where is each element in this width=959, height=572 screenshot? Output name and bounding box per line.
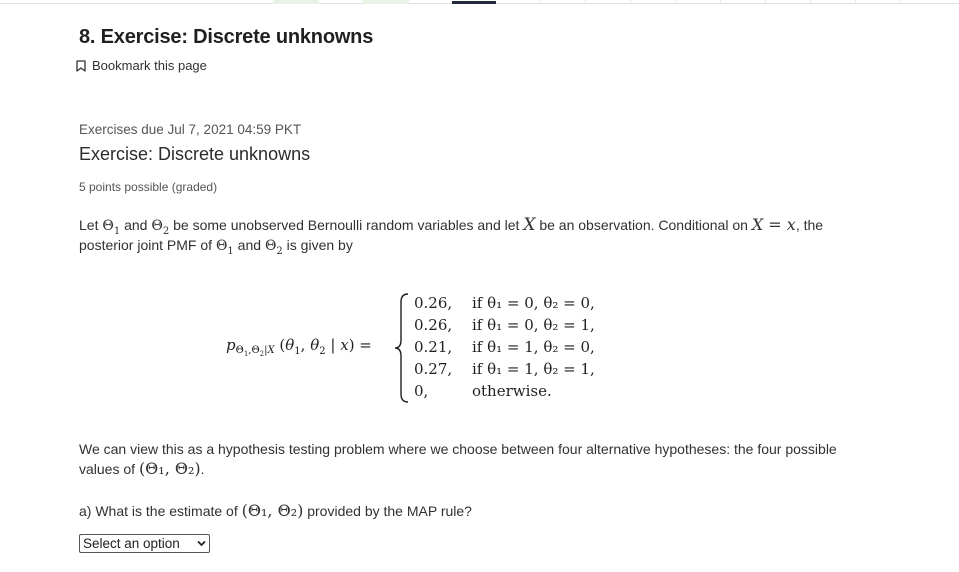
intro-line-2: posterior joint PMF of Θ1 and Θ2 is give… <box>79 235 353 262</box>
case-row: 0, otherwise. <box>414 382 552 400</box>
sequence-navigation <box>0 0 959 5</box>
chevron-down-icon <box>197 540 206 547</box>
nav-divider <box>540 0 541 4</box>
hypothesis-text: values of <box>79 461 139 477</box>
intro-text: , the <box>795 217 824 233</box>
math-theta2: Θ2 <box>151 218 170 237</box>
intro-text: Let <box>79 217 103 233</box>
hypothesis-line-2: values of (Θ₁, Θ₂). <box>79 459 205 478</box>
points-possible: 5 points possible (graded) <box>79 180 218 194</box>
nav-divider <box>810 0 811 4</box>
nav-divider <box>720 0 721 4</box>
nav-tab-visited[interactable] <box>273 0 319 4</box>
intro-text: and <box>120 217 152 233</box>
nav-divider <box>855 0 856 4</box>
equation-lhs: pΘ1,Θ2|X (θ1, θ2 | x) = <box>226 336 372 358</box>
intro-text: be some unobserved Bernoulli random vari… <box>169 217 524 233</box>
math-X-eq-x: X = x <box>751 215 796 234</box>
intro-text: and <box>233 237 265 253</box>
problem-title: Exercise: Discrete unknowns <box>79 144 311 164</box>
math-theta-pair: (Θ₁, Θ₂) <box>138 459 201 478</box>
map-estimate-select[interactable]: Select an option <box>79 534 210 553</box>
question-a: a) What is the estimate of (Θ₁, Θ₂) prov… <box>79 501 472 521</box>
math-theta1: Θ1 <box>215 238 234 257</box>
question-text: a) What is the estimate of <box>79 503 242 519</box>
case-row: 0.26, if θ₁ = 0, θ₂ = 1, <box>414 316 595 334</box>
intro-text: be an observation. Conditional on <box>535 217 752 233</box>
nav-divider <box>630 0 631 4</box>
math-theta-pair: (Θ₁, Θ₂) <box>241 501 304 520</box>
page-title: 8. Exercise: Discrete unknowns <box>79 26 374 48</box>
nav-divider <box>900 0 901 4</box>
due-date: Exercises due Jul 7, 2021 04:59 PKT <box>79 122 302 137</box>
math-theta2: Θ2 <box>264 238 283 257</box>
intro-text: is given by <box>282 237 353 253</box>
nav-divider <box>765 0 766 4</box>
left-brace <box>394 293 409 403</box>
case-row: 0.21, if θ₁ = 1, θ₂ = 0, <box>414 338 595 356</box>
math-theta1: Θ1 <box>102 218 121 237</box>
nav-divider <box>585 0 586 4</box>
intro-text: posterior joint PMF of <box>79 237 216 253</box>
select-value: Select an option <box>83 536 180 551</box>
nav-tab-active[interactable] <box>452 1 496 4</box>
posterior-pmf-equation: pΘ1,Θ2|X (θ1, θ2 | x) = 0.26, if θ₁ = 0, … <box>226 292 646 404</box>
hypothesis-line-1: We can view this as a hypothesis testing… <box>79 441 837 457</box>
bookmark-icon <box>76 59 86 72</box>
math-X: X <box>523 215 536 235</box>
case-row: 0.26, if θ₁ = 0, θ₂ = 0, <box>414 294 595 312</box>
bookmark-button[interactable]: Bookmark this page <box>76 58 207 73</box>
nav-divider <box>675 0 676 4</box>
bookmark-label: Bookmark this page <box>92 58 207 73</box>
nav-tab-visited[interactable] <box>363 0 409 4</box>
question-text: provided by the MAP rule? <box>303 503 472 519</box>
case-row: 0.27, if θ₁ = 1, θ₂ = 1, <box>414 360 595 378</box>
